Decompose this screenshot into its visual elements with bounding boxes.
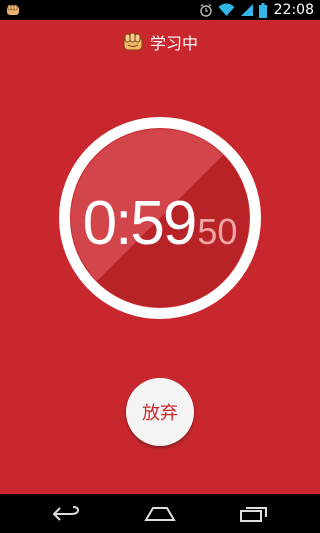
give-up-button[interactable]: 放弃 (126, 378, 194, 446)
recent-apps-button[interactable] (224, 494, 284, 533)
wifi-icon (218, 3, 235, 16)
back-icon (52, 505, 80, 521)
timer-minutes-seconds: 0:59 (82, 189, 198, 258)
back-button[interactable] (36, 494, 96, 533)
give-up-label: 放弃 (142, 403, 178, 424)
header: 学习中 (0, 30, 320, 54)
status-indicators: 22:08 (199, 0, 314, 20)
timer-display: 0:59 50 (59, 193, 261, 263)
home-button[interactable] (130, 494, 190, 533)
alarm-icon (199, 4, 212, 17)
signal-icon (240, 4, 253, 16)
battery-icon (258, 2, 267, 18)
clock-time: 22:08 (273, 2, 314, 18)
app-fist-icon (7, 4, 19, 15)
page-title: 学习中 (149, 34, 198, 53)
home-icon (144, 506, 176, 521)
recent-apps-icon (240, 506, 267, 522)
status-bar: 22:08 (0, 0, 320, 20)
fist-icon (123, 32, 143, 51)
timer-centiseconds: 50 (197, 211, 238, 252)
main-screen: 学习中 0:59 50 放弃 (0, 20, 320, 494)
navigation-bar (0, 494, 320, 533)
